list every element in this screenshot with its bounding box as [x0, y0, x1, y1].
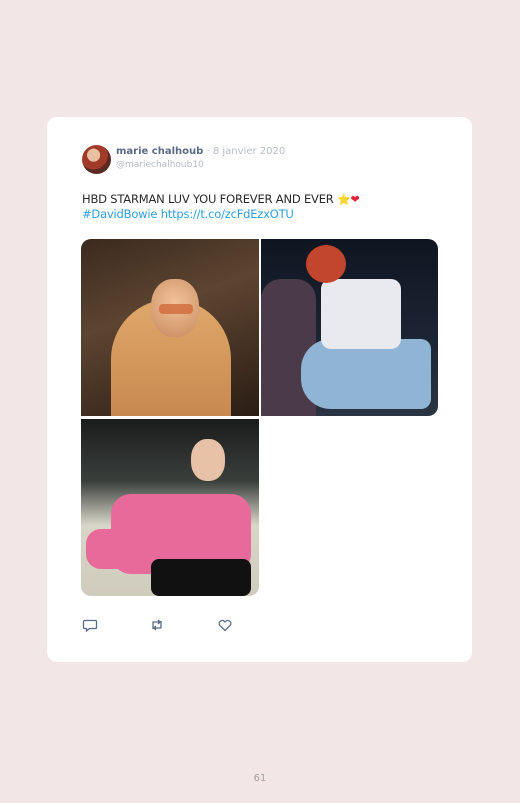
heart-icon — [218, 619, 232, 632]
tweet-card: marie chalhoub · 8 janvier 2020 @mariech… — [47, 117, 472, 662]
photo-3[interactable] — [81, 419, 259, 596]
like-button[interactable] — [217, 617, 235, 635]
page-number: 61 — [253, 773, 267, 784]
avatar[interactable] — [82, 145, 111, 174]
tweet-text: HBD STARMAN LUV YOU FOREVER AND EVER ⭐❤ — [82, 191, 442, 208]
photo-hair — [306, 245, 346, 283]
photo-face — [191, 439, 225, 481]
photo-pants — [301, 339, 431, 409]
photo-shirt — [321, 279, 401, 349]
tweet-header: marie chalhoub · 8 janvier 2020 — [116, 146, 285, 157]
tweet-body: HBD STARMAN LUV YOU FOREVER AND EVER — [82, 192, 334, 206]
retweet-button[interactable] — [149, 617, 167, 635]
photo-1[interactable] — [81, 239, 259, 416]
reply-icon — [82, 619, 98, 633]
reply-button[interactable] — [82, 617, 100, 635]
url-link[interactable]: https://t.co/zcFdEzxOTU — [161, 207, 294, 221]
star-emoji: ⭐ — [337, 193, 351, 206]
photo-2[interactable] — [261, 239, 438, 416]
tweet-links: #DavidBowie https://t.co/zcFdEzxOTU — [82, 207, 294, 221]
user-handle[interactable]: @mariechalhoub10 — [116, 160, 204, 170]
photo-bag — [151, 559, 251, 596]
heart-emoji: ❤ — [350, 193, 360, 206]
photo-glasses — [159, 304, 193, 314]
separator: · — [206, 146, 210, 157]
tweet-date[interactable]: 8 janvier 2020 — [213, 146, 285, 157]
hashtag-link[interactable]: #DavidBowie — [82, 207, 157, 221]
user-name[interactable]: marie chalhoub — [116, 146, 203, 157]
retweet-icon — [152, 619, 162, 631]
